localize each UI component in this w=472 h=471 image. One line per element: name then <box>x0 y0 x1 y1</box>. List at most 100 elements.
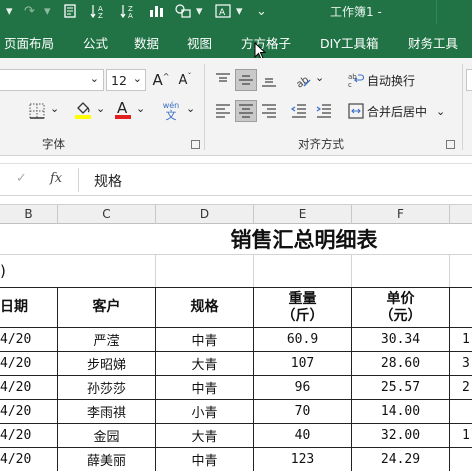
format-painter-icon[interactable] <box>62 3 78 25</box>
tab-formulas[interactable]: 公式 <box>83 33 108 52</box>
sort-desc-icon[interactable]: ZA <box>120 3 138 25</box>
cell-price[interactable]: 32.00 <box>352 424 449 447</box>
cell-price[interactable]: 14.00 <box>352 400 449 423</box>
cell-weight[interactable]: 96 <box>254 376 351 399</box>
cell-customer[interactable]: 步昭娣 <box>58 352 155 375</box>
font-size-dropdown[interactable]: 12 ⌄ <box>106 69 146 91</box>
cell-price[interactable]: 24.29 <box>352 448 449 471</box>
header-spec[interactable]: 规格 <box>156 288 253 327</box>
column-header-e[interactable]: E <box>254 205 352 224</box>
tab-view[interactable]: 视图 <box>187 33 212 52</box>
cell-extra[interactable] <box>462 448 472 471</box>
enter-checkmark-icon[interactable]: ✓ <box>16 171 27 186</box>
cell-extra[interactable]: 1 <box>462 424 472 447</box>
cell-weight[interactable]: 70 <box>254 400 351 423</box>
cell-spec[interactable]: 小青 <box>156 400 253 423</box>
sort-icon[interactable]: AZ <box>90 3 108 25</box>
cell-date[interactable]: 4/20 <box>0 352 57 375</box>
tab-data[interactable]: 数据 <box>134 33 159 52</box>
header-price[interactable]: 单价 （元） <box>352 288 449 327</box>
borders-dropdown-icon[interactable]: ⌄ <box>50 102 59 115</box>
shapes-icon[interactable] <box>174 3 194 25</box>
header-weight[interactable]: 重量 （斤） <box>254 288 351 327</box>
tab-page-layout[interactable]: 页面布局 <box>4 33 54 52</box>
ribbon-display-button[interactable] <box>436 0 472 24</box>
cell-extra[interactable]: 3 <box>462 352 472 375</box>
cell-extra[interactable]: 2 <box>462 376 472 399</box>
cell-customer[interactable]: 孙莎莎 <box>58 376 155 399</box>
cell-date[interactable]: 4/20 <box>0 328 57 351</box>
formula-input[interactable]: 规格 <box>94 171 122 191</box>
undo-dropdown-icon[interactable]: ▾ <box>6 3 13 21</box>
cell-price[interactable]: 25.57 <box>352 376 449 399</box>
tab-diy-toolbox[interactable]: DIY工具箱 <box>320 33 378 52</box>
decrease-indent-button[interactable] <box>288 100 310 122</box>
chart-icon[interactable] <box>148 3 166 25</box>
number-format-dropdown[interactable] <box>466 69 472 91</box>
cell-customer[interactable]: 薛美丽 <box>58 448 155 471</box>
orientation-dropdown-icon[interactable]: ⌄ <box>315 71 324 84</box>
cell-customer[interactable]: 金园 <box>58 424 155 447</box>
cell-spec[interactable]: 大青 <box>156 352 253 375</box>
borders-button[interactable] <box>26 100 48 122</box>
grow-font-button[interactable]: A ^ <box>150 69 172 91</box>
cell-price[interactable]: 28.60 <box>352 352 449 375</box>
shrink-font-button[interactable]: Aˇ <box>174 69 196 91</box>
wrap-text-button[interactable]: ab c 自动换行 <box>348 69 415 91</box>
cell-customer[interactable]: 李雨祺 <box>58 400 155 423</box>
cell-date[interactable]: 4/20 <box>0 448 57 471</box>
cell-spec[interactable]: 中青 <box>156 328 253 351</box>
font-dialog-launcher-icon[interactable] <box>191 140 200 149</box>
column-header-b[interactable]: B <box>0 205 58 224</box>
cell-date[interactable]: 4/20 <box>0 376 57 399</box>
cell-spec[interactable]: 中青 <box>156 376 253 399</box>
increase-indent-button[interactable] <box>313 100 335 122</box>
font-color-button[interactable]: A <box>112 98 134 120</box>
row2-fragment[interactable]: ) <box>0 255 16 287</box>
cell-weight[interactable]: 107 <box>254 352 351 375</box>
align-right-button[interactable] <box>258 100 280 122</box>
column-header-f[interactable]: F <box>352 205 450 224</box>
column-header-d[interactable]: D <box>156 205 254 224</box>
cell-weight[interactable]: 40 <box>254 424 351 447</box>
redo-icon[interactable]: ↷ <box>24 3 35 21</box>
table-title[interactable]: 销售汇总明细表 <box>156 224 452 254</box>
insert-function-icon[interactable]: fx <box>50 171 62 186</box>
cell-spec[interactable]: 中青 <box>156 448 253 471</box>
cell-weight[interactable]: 123 <box>254 448 351 471</box>
align-top-button[interactable] <box>212 69 234 91</box>
customize-quick-access-icon[interactable]: ⌄ <box>256 3 267 21</box>
align-bottom-button[interactable] <box>258 69 280 91</box>
print-preview-icon[interactable]: A <box>214 3 234 25</box>
column-header-g[interactable] <box>450 205 472 224</box>
alignment-dialog-launcher-icon[interactable] <box>446 140 455 149</box>
cell-extra[interactable] <box>462 400 472 423</box>
header-customer[interactable]: 客户 <box>58 288 155 327</box>
shapes-dropdown-icon[interactable]: ▾ <box>196 3 203 21</box>
cell-date[interactable]: 4/20 <box>0 424 57 447</box>
phonetic-dropdown-icon[interactable]: ⌄ <box>186 102 195 115</box>
fill-color-dropdown-icon[interactable]: ⌄ <box>96 102 105 115</box>
font-name-dropdown[interactable]: ⌄ <box>0 69 104 91</box>
text-box-dropdown-icon[interactable]: ▾ <box>236 3 243 21</box>
header-date[interactable]: 日期 <box>0 288 57 327</box>
orientation-button[interactable]: ab <box>292 69 314 91</box>
merge-center-button[interactable]: 合并后居中 ⌄ <box>348 100 445 122</box>
cell-customer[interactable]: 严滢 <box>58 328 155 351</box>
column-header-c[interactable]: C <box>58 205 156 224</box>
align-center-button[interactable] <box>235 100 257 122</box>
phonetic-char: 文 <box>165 108 177 122</box>
tab-finance-tools[interactable]: 财务工具 <box>408 33 458 52</box>
align-middle-button[interactable] <box>235 69 257 91</box>
cell-date[interactable]: 4/20 <box>0 400 57 423</box>
fill-color-button[interactable] <box>72 98 94 120</box>
cell-spec[interactable]: 大青 <box>156 424 253 447</box>
cell-extra[interactable]: 1 <box>462 328 472 351</box>
redo-dropdown-icon[interactable]: ▾ <box>44 3 51 21</box>
cell-price[interactable]: 30.34 <box>352 328 449 351</box>
align-left-button[interactable] <box>212 100 234 122</box>
worksheet-grid[interactable]: 销售汇总明细表 ) 日期 客户 规格 重量 （斤） 单价 （元） 4/20 严滢… <box>0 224 472 471</box>
font-color-dropdown-icon[interactable]: ⌄ <box>136 102 145 115</box>
cell-weight[interactable]: 60.9 <box>254 328 351 351</box>
phonetic-guide-button[interactable]: wén 文 <box>158 98 184 124</box>
